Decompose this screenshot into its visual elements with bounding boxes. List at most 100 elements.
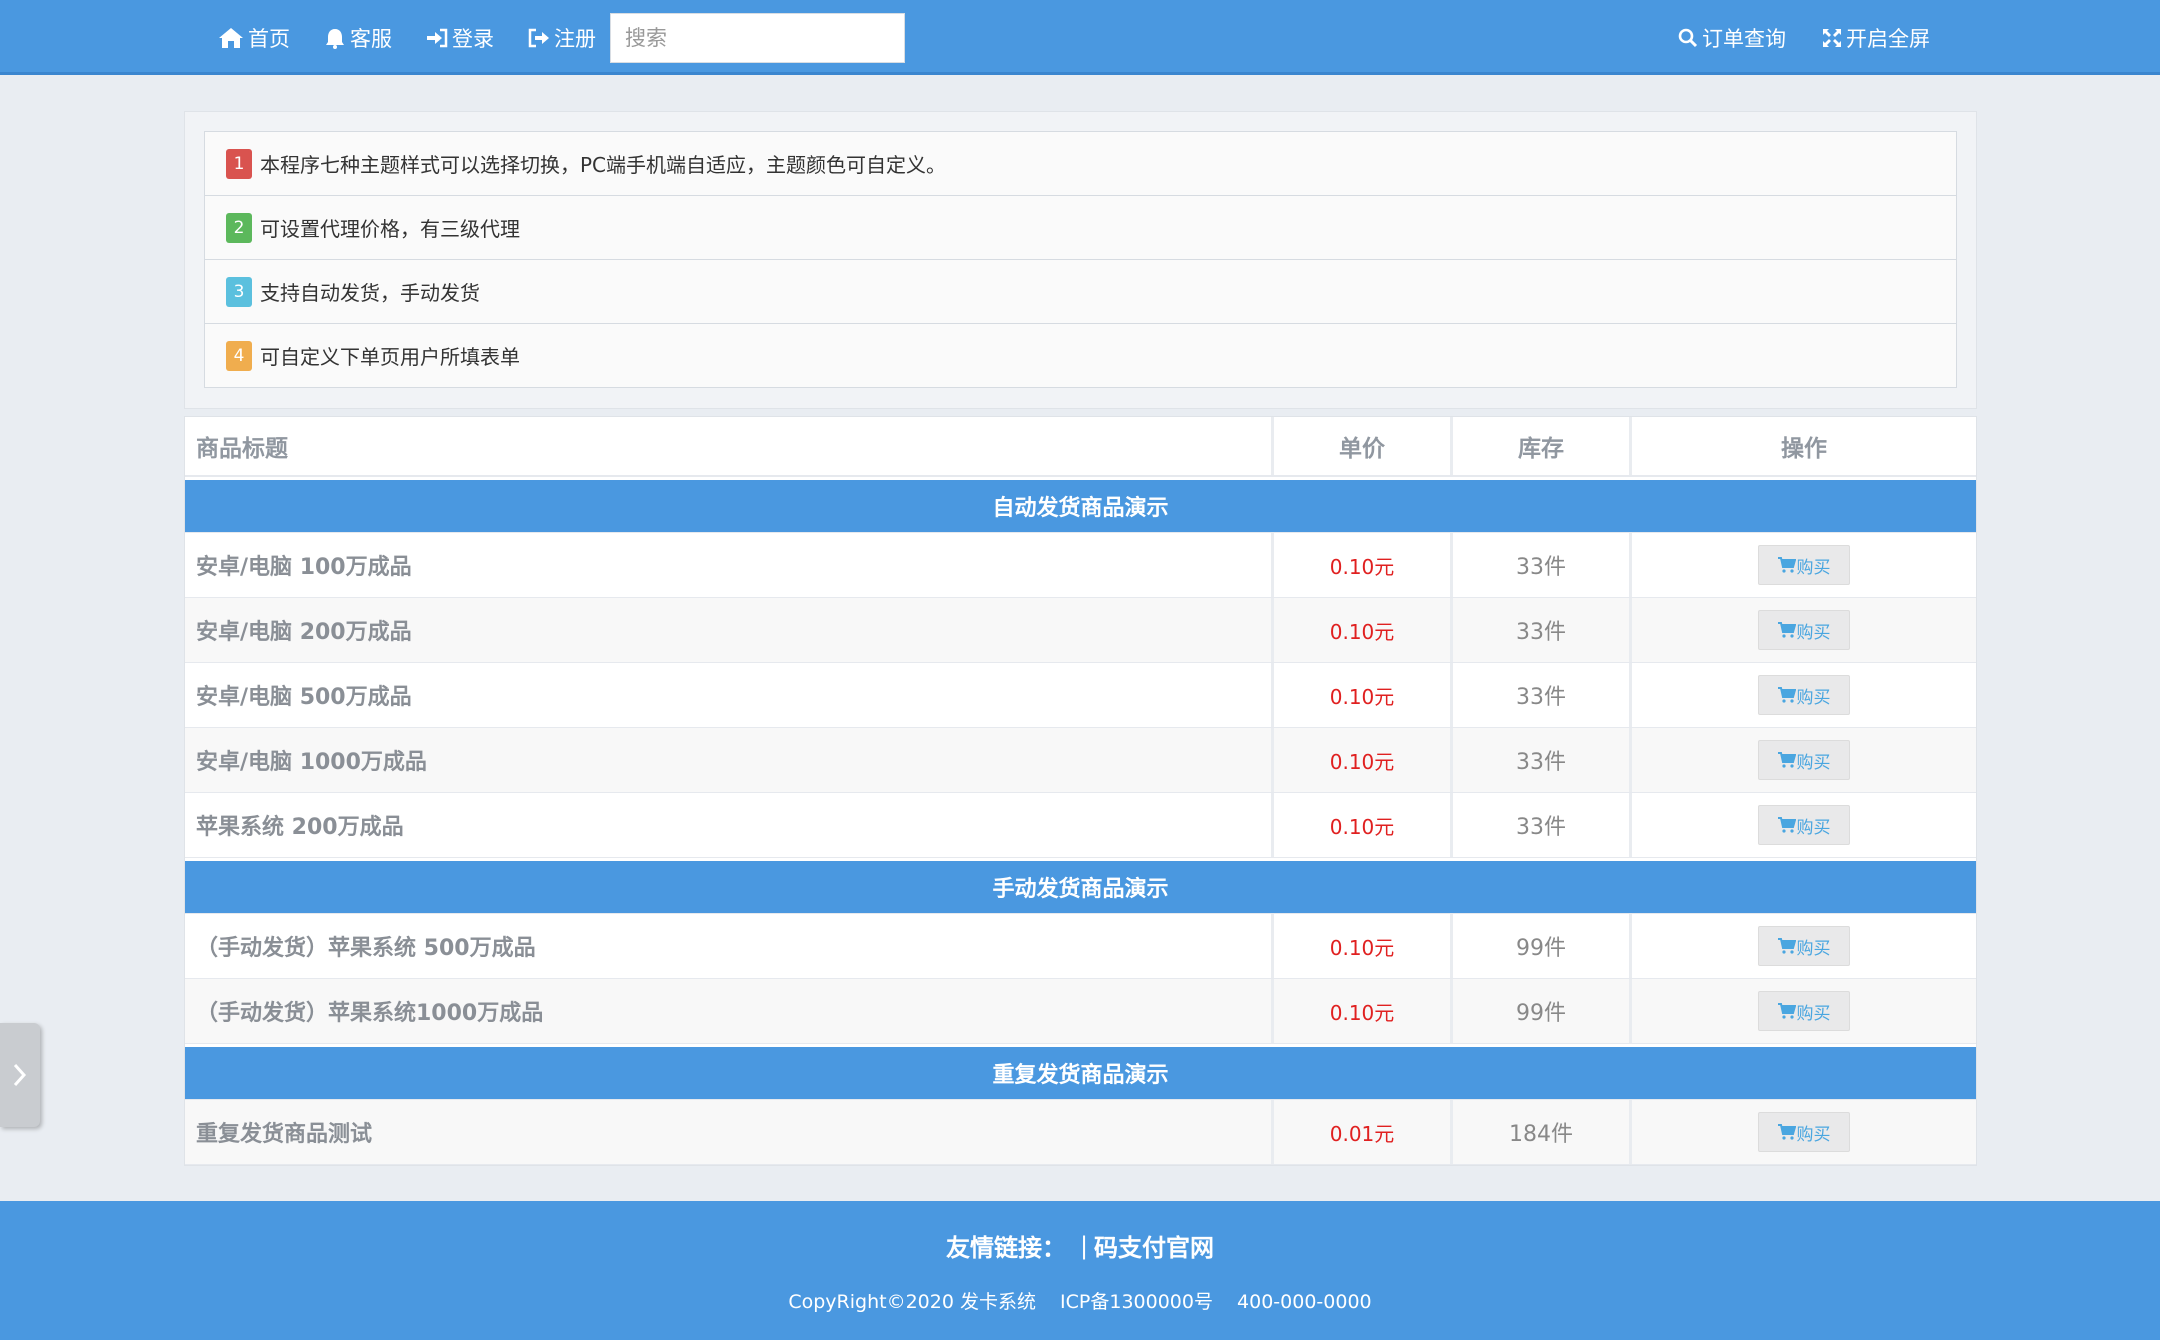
header-op: 操作 — [1781, 436, 1827, 462]
group-header: 重复发货商品演示 — [185, 1044, 1976, 1100]
op-cell: 购买 — [1632, 663, 1976, 727]
footer-copyright: CopyRight©2020 发卡系统 ICP备1300000号 400-000… — [0, 1287, 2160, 1314]
product-stock: 33件 — [1453, 663, 1632, 727]
search-input[interactable] — [610, 12, 905, 63]
expand-icon — [1823, 28, 1841, 47]
op-cell: 购买 — [1632, 728, 1976, 792]
number-badge: 2 — [226, 212, 252, 243]
product-title: 安卓/电脑 1000万成品 — [185, 728, 1274, 792]
product-title: 安卓/电脑 500万成品 — [185, 663, 1274, 727]
search-icon — [1678, 28, 1698, 47]
notice-text: 本程序七种主题样式可以选择切换，PC端手机端自适应，主题颜色可自定义。 — [260, 153, 947, 177]
friend-link[interactable]: 码支付官网 — [1094, 1228, 1214, 1263]
cart-icon — [1777, 938, 1796, 954]
product-stock: 184件 — [1453, 1100, 1632, 1164]
product-title: （手动发货）苹果系统1000万成品 — [185, 979, 1274, 1043]
buy-button[interactable]: 购买 — [1758, 675, 1850, 715]
phone-text: 400-000-0000 — [1237, 1291, 1372, 1313]
product-stock: 33件 — [1453, 728, 1632, 792]
number-badge: 3 — [226, 276, 252, 307]
op-cell: 购买 — [1632, 979, 1976, 1043]
notice-item: 3 支持自动发货，手动发货 — [205, 260, 1956, 324]
header-stock: 库存 — [1453, 417, 1632, 475]
product-price: 0.10元 — [1274, 979, 1453, 1043]
cart-icon — [1777, 1124, 1796, 1140]
buy-button[interactable]: 购买 — [1758, 805, 1850, 845]
product-price: 0.10元 — [1274, 793, 1453, 857]
buy-button[interactable]: 购买 — [1758, 610, 1850, 650]
nav-order-query-label: 订单查询 — [1702, 26, 1786, 51]
product-stock: 33件 — [1453, 598, 1632, 662]
buy-label: 购买 — [1796, 687, 1831, 708]
nav-register-label: 注册 — [554, 26, 596, 51]
nav-login-label: 登录 — [452, 26, 494, 51]
product-table: 商品标题 单价 库存 操作 自动发货商品演示 安卓/电脑 100万成品 0.10… — [184, 416, 1977, 1166]
nav-fullscreen-label: 开启全屏 — [1846, 26, 1930, 51]
buy-button[interactable]: 购买 — [1758, 991, 1850, 1031]
buy-label: 购买 — [1796, 557, 1831, 578]
buy-label: 购买 — [1796, 938, 1831, 959]
table-row: 安卓/电脑 200万成品 0.10元 33件 购买 — [185, 598, 1976, 663]
buy-label: 购买 — [1796, 1124, 1831, 1145]
notice-text: 可自定义下单页用户所填表单 — [260, 345, 520, 369]
buy-button[interactable]: 购买 — [1758, 545, 1850, 585]
group-header: 自动发货商品演示 — [185, 477, 1976, 533]
nav-fullscreen[interactable]: 开启全屏 — [1822, 23, 1930, 53]
op-cell: 购买 — [1632, 914, 1976, 978]
notice-item: 2 可设置代理价格，有三级代理 — [205, 196, 1956, 260]
product-stock: 33件 — [1453, 533, 1632, 597]
nav-left: 首页 客服 登录 注册 — [218, 0, 905, 75]
buy-button[interactable]: 购买 — [1758, 1112, 1850, 1152]
number-badge: 1 — [226, 148, 252, 179]
table-row: 安卓/电脑 100万成品 0.10元 33件 购买 — [185, 533, 1976, 598]
buy-button[interactable]: 购买 — [1758, 740, 1850, 780]
friend-links: 友情链接： | 码支付官网 — [0, 1228, 2160, 1263]
notice-panel: 1 本程序七种主题样式可以选择切换，PC端手机端自适应，主题颜色可自定义。 2 … — [184, 111, 1977, 409]
product-price: 0.10元 — [1274, 533, 1453, 597]
top-navbar: 首页 客服 登录 注册 订单查询 开启全屏 — [0, 0, 2160, 75]
product-title: 重复发货商品测试 — [185, 1100, 1274, 1164]
notice-text: 可设置代理价格，有三级代理 — [260, 217, 520, 241]
nav-register[interactable]: 注册 — [528, 23, 596, 53]
home-icon — [219, 27, 243, 48]
product-price: 0.10元 — [1274, 914, 1453, 978]
notice-text: 支持自动发货，手动发货 — [260, 281, 480, 305]
cart-icon — [1777, 1003, 1796, 1019]
op-cell: 购买 — [1632, 533, 1976, 597]
product-title: 安卓/电脑 100万成品 — [185, 533, 1274, 597]
nav-service[interactable]: 客服 — [324, 23, 392, 53]
product-title: 苹果系统 200万成品 — [185, 793, 1274, 857]
number-badge: 4 — [226, 340, 252, 371]
side-panel-toggle[interactable] — [0, 1023, 40, 1127]
buy-label: 购买 — [1796, 1003, 1831, 1024]
header-price: 单价 — [1274, 417, 1453, 475]
chevron-right-icon — [13, 1063, 27, 1087]
notice-item: 4 可自定义下单页用户所填表单 — [205, 324, 1956, 387]
table-row: （手动发货）苹果系统 500万成品 0.10元 99件 购买 — [185, 914, 1976, 979]
op-cell: 购买 — [1632, 793, 1976, 857]
footer: 友情链接： | 码支付官网 CopyRight©2020 发卡系统 ICP备13… — [0, 1201, 2160, 1340]
nav-home-label: 首页 — [248, 26, 290, 51]
product-stock: 99件 — [1453, 914, 1632, 978]
group-header: 手动发货商品演示 — [185, 858, 1976, 914]
nav-home[interactable]: 首页 — [218, 23, 290, 53]
cart-icon — [1777, 817, 1796, 833]
table-header-row: 商品标题 单价 库存 操作 — [185, 417, 1976, 477]
buy-button[interactable]: 购买 — [1758, 926, 1850, 966]
product-title: 安卓/电脑 200万成品 — [185, 598, 1274, 662]
table-row: 苹果系统 200万成品 0.10元 33件 购买 — [185, 793, 1976, 858]
table-row: （手动发货）苹果系统1000万成品 0.10元 99件 购买 — [185, 979, 1976, 1044]
buy-label: 购买 — [1796, 752, 1831, 773]
product-price: 0.10元 — [1274, 728, 1453, 792]
nav-right: 订单查询 开启全屏 — [1642, 0, 1930, 75]
nav-order-query[interactable]: 订单查询 — [1678, 23, 1786, 53]
op-cell: 购买 — [1632, 1100, 1976, 1164]
nav-service-label: 客服 — [350, 26, 392, 51]
nav-login[interactable]: 登录 — [426, 23, 494, 53]
product-stock: 99件 — [1453, 979, 1632, 1043]
icp-text: ICP备1300000号 — [1060, 1291, 1213, 1313]
cart-icon — [1777, 687, 1796, 703]
op-cell: 购买 — [1632, 598, 1976, 662]
product-price: 0.01元 — [1274, 1100, 1453, 1164]
table-row: 安卓/电脑 500万成品 0.10元 33件 购买 — [185, 663, 1976, 728]
